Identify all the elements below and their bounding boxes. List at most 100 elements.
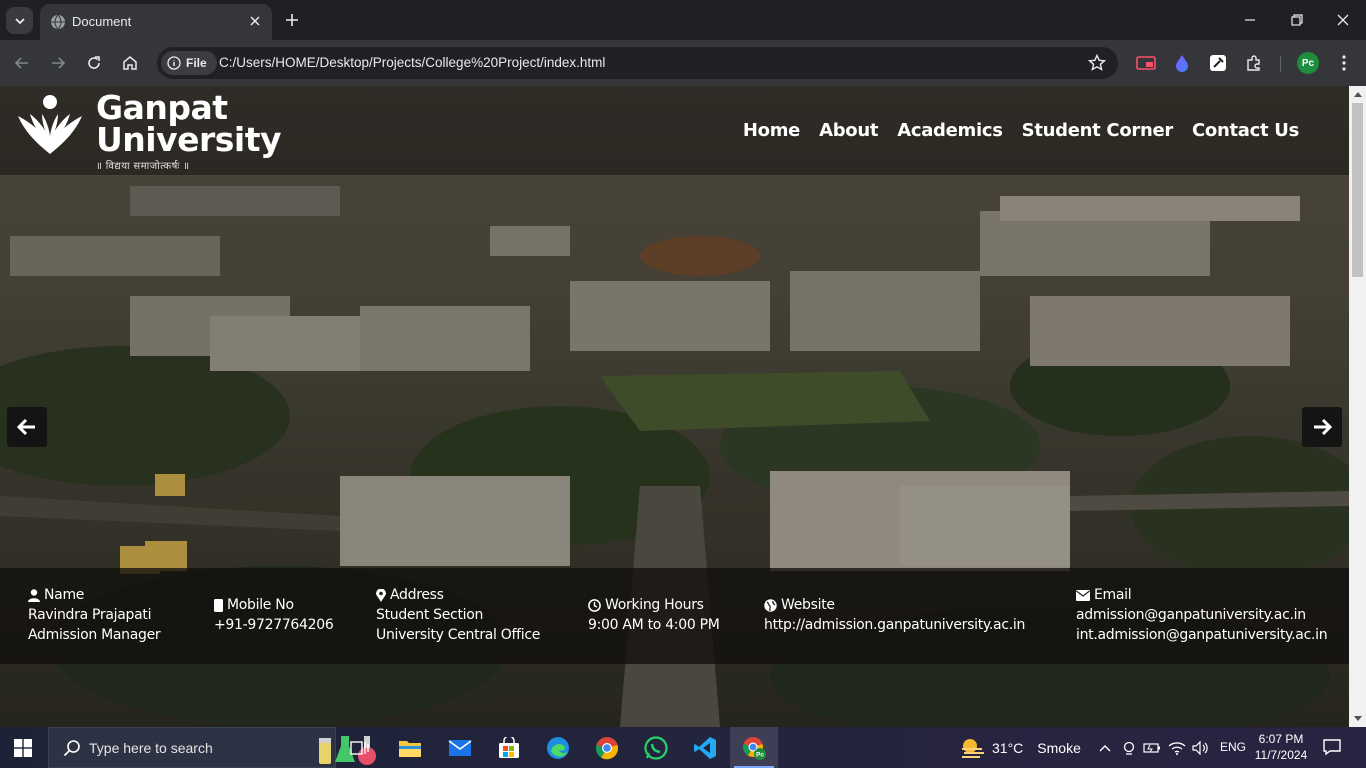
whatsapp-button[interactable]	[632, 727, 680, 768]
chrome-button[interactable]	[583, 727, 631, 768]
notification-icon[interactable]	[1322, 738, 1342, 756]
address-bar[interactable]: File C:/Users/HOME/Desktop/Projects/Coll…	[157, 47, 1118, 79]
smoke-weather-icon	[962, 739, 984, 758]
contact-website-title: Website	[781, 597, 835, 613]
microsoft-store-button[interactable]	[485, 727, 533, 768]
back-button[interactable]	[10, 51, 34, 75]
main-nav: Home About Academics Student Corner Cont…	[743, 120, 1299, 141]
store-icon	[499, 736, 519, 758]
tray-network-button[interactable]	[1168, 739, 1186, 757]
speaker-icon	[1192, 741, 1208, 755]
map-marker-icon	[376, 588, 386, 602]
star-icon[interactable]	[1088, 54, 1106, 72]
page-scrollbar[interactable]	[1349, 86, 1366, 727]
contact-mobile-value[interactable]: +91-9727764206	[214, 615, 334, 635]
home-button[interactable]	[118, 51, 142, 75]
chrome-profile-button[interactable]: Pc	[730, 727, 778, 768]
university-logo-icon	[18, 95, 82, 154]
webcam-icon	[1123, 741, 1135, 755]
mail-button[interactable]	[436, 727, 484, 768]
weather-condition: Smoke	[1037, 740, 1081, 756]
profile-avatar[interactable]: Pc	[1297, 52, 1319, 74]
close-window-button[interactable]	[1333, 10, 1353, 30]
taskbar-clock[interactable]: 6:07 PM 11/7/2024	[1252, 731, 1310, 763]
contact-hours: Working Hours 9:00 AM to 4:00 PM	[588, 595, 720, 635]
plus-icon	[286, 14, 298, 26]
kebab-menu-icon	[1342, 55, 1346, 71]
contact-website-link[interactable]: http://admission.ganpatuniversity.ac.in	[764, 615, 1025, 635]
mobile-icon	[214, 598, 223, 612]
battery-icon	[1143, 743, 1160, 753]
vscode-button[interactable]	[681, 727, 729, 768]
contact-website: Website http://admission.ganpatuniversit…	[764, 595, 1025, 635]
university-name-line2: University	[96, 120, 282, 159]
contact-info-bar: Name Ravindra Prajapati Admission Manage…	[0, 568, 1349, 664]
tab-search-button[interactable]	[6, 7, 33, 34]
envelope-icon	[1076, 589, 1090, 601]
task-view-button[interactable]	[336, 727, 384, 768]
arrow-left-icon	[17, 418, 35, 436]
slider-prev-button[interactable]	[7, 407, 47, 447]
nav-home[interactable]: Home	[743, 120, 801, 141]
taskbar-search-placeholder: Type here to search	[89, 740, 213, 756]
vscode-icon	[694, 736, 716, 759]
user-icon	[28, 588, 40, 602]
extensions-button[interactable]	[1242, 51, 1266, 75]
file-explorer-button[interactable]	[386, 727, 434, 768]
browser-tab-active[interactable]: Document	[40, 4, 272, 40]
slider-next-button[interactable]	[1302, 407, 1342, 447]
minimize-button[interactable]	[1240, 10, 1260, 30]
scroll-up-button[interactable]	[1349, 86, 1366, 103]
close-icon	[250, 16, 260, 26]
contact-email-primary[interactable]: admission@ganpatuniversity.ac.in	[1076, 605, 1327, 625]
tab-close-button[interactable]	[246, 12, 264, 30]
globe-icon	[51, 14, 65, 30]
cast-extension-button[interactable]	[1134, 51, 1158, 75]
arrow-right-icon	[1314, 418, 1332, 436]
scroll-thumb[interactable]	[1352, 103, 1363, 277]
arrow-left-icon	[14, 57, 28, 69]
university-motto: ॥ विद्यया समाजोत्कर्षः ॥	[96, 161, 190, 172]
svg-text:Pc: Pc	[756, 751, 764, 758]
restore-button[interactable]	[1287, 10, 1307, 30]
extension-drop-button[interactable]	[1170, 51, 1194, 75]
eyedropper-extension-button[interactable]	[1206, 51, 1230, 75]
chrome-icon	[595, 736, 619, 759]
nav-academics[interactable]: Academics	[897, 120, 1003, 141]
edge-browser-button[interactable]	[534, 727, 582, 768]
nav-about[interactable]: About	[819, 120, 878, 141]
forward-button[interactable]	[46, 51, 70, 75]
globe-icon	[764, 598, 777, 612]
reload-button[interactable]	[82, 51, 106, 75]
tab-title: Document	[72, 14, 132, 29]
weather-temperature: 31°C	[992, 740, 1024, 756]
taskbar-search-box[interactable]: Type here to search	[48, 727, 376, 768]
input-language[interactable]: ENG	[1220, 740, 1246, 754]
task-view-icon	[350, 740, 369, 755]
wifi-icon	[1168, 742, 1186, 755]
triangle-up-icon	[1353, 92, 1362, 97]
weather-widget[interactable]: 31°C Smoke	[960, 737, 1081, 759]
site-info-chip[interactable]: File	[161, 51, 217, 75]
site-header: Ganpat University ॥ विद्यया समाजोत्कर्षः…	[0, 86, 1349, 175]
nav-student-corner[interactable]: Student Corner	[1022, 120, 1174, 141]
info-icon	[167, 56, 181, 70]
site-info-label: File	[186, 56, 207, 70]
nav-contact-us[interactable]: Contact Us	[1192, 120, 1299, 141]
contact-email-international[interactable]: int.admission@ganpatuniversity.ac.in	[1076, 625, 1328, 645]
arrow-right-icon	[52, 57, 66, 69]
browser-menu-button[interactable]	[1332, 51, 1356, 75]
tray-meet-button[interactable]	[1120, 739, 1138, 757]
folder-icon	[399, 740, 421, 757]
scroll-down-button[interactable]	[1349, 710, 1366, 727]
show-hidden-icons-button[interactable]	[1096, 739, 1114, 757]
contact-name: Name Ravindra Prajapati Admission Manage…	[28, 585, 161, 645]
tray-battery-button[interactable]	[1143, 739, 1161, 757]
reload-icon	[88, 56, 100, 69]
new-tab-button[interactable]	[282, 10, 302, 30]
tray-volume-button[interactable]	[1192, 739, 1210, 757]
contact-address-title: Address	[390, 587, 444, 603]
university-name[interactable]: Ganpat University	[96, 91, 282, 159]
chevron-down-icon	[14, 17, 25, 24]
windows-start-icon[interactable]	[14, 739, 32, 757]
